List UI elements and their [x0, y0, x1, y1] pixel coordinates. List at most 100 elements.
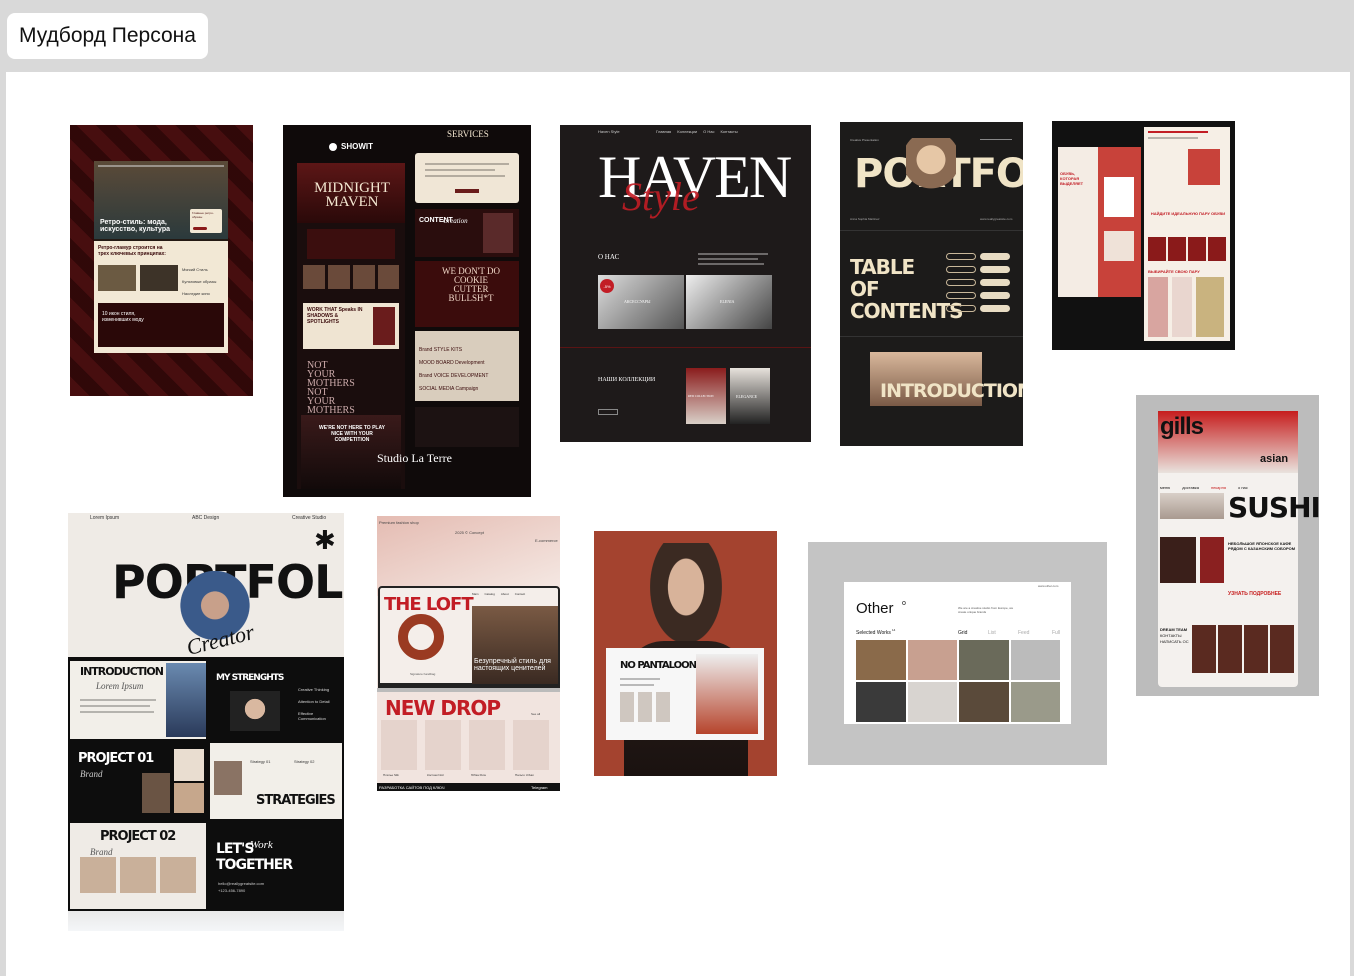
- other-view-list[interactable]: List: [988, 630, 996, 636]
- loft-nav-1[interactable]: Catalog: [485, 592, 495, 596]
- portfolio-dark-label: Creative Presentation: [850, 138, 879, 142]
- haven-badge: -5%: [600, 279, 614, 293]
- portfolio-light-header-left: Lorem Ipsum: [90, 515, 120, 521]
- loft-bag: [398, 614, 444, 660]
- other-view-feed[interactable]: Feed: [1018, 630, 1029, 636]
- haven-tile-1[interactable]: ELENIA: [686, 275, 772, 329]
- portfolio-dark-intro: INTRODUCTION: [880, 380, 1023, 402]
- loft-telegram[interactable]: Telegram: [531, 785, 547, 790]
- retro-page: Ретро-стиль: мода, искусство, культура Г…: [94, 161, 228, 353]
- haven-nav-1[interactable]: Коллекции: [677, 129, 697, 134]
- board-title: Мудборд Персона: [19, 24, 196, 47]
- showit-menu-3[interactable]: SOCIAL MEDIA Campaign: [419, 386, 478, 392]
- portfolio-light-header-right: Creative Studio: [292, 515, 327, 521]
- gills-nav-0[interactable]: меню: [1160, 485, 1170, 490]
- gills-sushi-card[interactable]: gills asian меню доставка пекарня о нас …: [1136, 395, 1319, 696]
- gills-cta[interactable]: УЗНАТЬ ПОДРОБНЕЕ: [1228, 591, 1281, 597]
- portfolio-light-script2: Work: [250, 839, 273, 851]
- showit-work-section: WORK THAT Speaks IN SHADOWS & SPOTLIGHTS: [303, 303, 399, 349]
- loft-drop-item-2[interactable]: Юбка Flow: [471, 773, 486, 777]
- loft-commerce: E-commerce: [535, 538, 558, 543]
- showit-menu-0[interactable]: Brand STYLE KITS: [419, 347, 462, 353]
- portfolio-light-header-mid: ABC Design: [192, 515, 220, 521]
- retro-item-1[interactable]: Культовые образы: [182, 279, 216, 284]
- haven-brand: Haven Style: [598, 129, 620, 134]
- loft-shop: Premium fashion shop: [379, 520, 419, 525]
- haven-tile-2[interactable]: RED COLLECTION: [686, 368, 726, 424]
- loft-nav-3[interactable]: Contact: [515, 592, 525, 596]
- portfolio-light-project1: PROJECT 01: [78, 751, 154, 766]
- portfolio-light-strength-2: Effective Communication: [298, 711, 326, 721]
- loft-drop-item-0[interactable]: Платье Silk: [383, 773, 399, 777]
- other-desc: We are a creative studio from Europe, we…: [958, 606, 1014, 614]
- pantaloons-portrait: [644, 543, 728, 653]
- haven-nav-3[interactable]: Контакты: [720, 129, 737, 134]
- portfolio-light-phone: +123-456-7890: [218, 888, 246, 893]
- shoe-headline: ОБУВЬ, КОТОРАЯ ВЫДЕЛЯЕТ: [1060, 171, 1084, 186]
- gills-nav-2[interactable]: пекарня: [1211, 485, 1226, 490]
- haven-nav-2[interactable]: О Нас: [703, 129, 714, 134]
- portfolio-light-strategy-1: Strategy 02: [294, 759, 315, 764]
- portfolio-light-project2: PROJECT 02: [100, 829, 176, 844]
- showit-play-text: WE'RE NOT HERE TO PLAY NICE WITH YOUR CO…: [319, 425, 385, 443]
- haven-tile-3[interactable]: ELEGANCE: [730, 368, 770, 424]
- gills-nav-1[interactable]: доставка: [1182, 485, 1199, 490]
- haven-tile-3-label: ELEGANCE: [736, 394, 758, 399]
- portfolio-light-project1-panel: PROJECT 01 Brand: [70, 743, 206, 819]
- loft-laptop-screen: THE LOFT Main Catalog About Contact Sign…: [378, 586, 560, 688]
- other-title: Other: [856, 600, 894, 617]
- other-view-full[interactable]: Full: [1052, 630, 1060, 636]
- loft-drop-item-3[interactable]: Пальто Urban: [515, 773, 534, 777]
- loft-drop: NEW DROP: [385, 696, 501, 720]
- showit-menu-2[interactable]: Brand VOICE DEVELOPMENT: [419, 373, 488, 379]
- portfolio-light-together-panel: LET'S TOGETHER Work hello@reallygreatsit…: [210, 823, 342, 909]
- retro-item-2[interactable]: Наследие кино: [182, 291, 210, 296]
- portfolio-light-intro: INTRODUCTION: [80, 665, 164, 678]
- other-count: 14: [892, 628, 896, 632]
- showit-work-text: WORK THAT Speaks IN SHADOWS & SPOTLIGHTS: [307, 307, 363, 325]
- showit-mock-left: MIDNIGHT MAVEN WORK THAT Speaks IN SHADO…: [297, 163, 405, 489]
- gills-link-1[interactable]: КОНТАКТЫ: [1160, 633, 1182, 638]
- portfolio-light-strategies: STRATEGIES: [256, 793, 336, 808]
- other-studio-card[interactable]: Other o We are a creative studio from Eu…: [808, 542, 1107, 765]
- portfolio-creator-card[interactable]: Lorem Ipsum ABC Design Creative Studio ✱…: [68, 513, 344, 931]
- retro-item-0[interactable]: Мягкий Стиль: [182, 267, 208, 272]
- showit-brand: SHOWIT: [341, 142, 373, 151]
- board-title-tab[interactable]: Мудборд Персона: [7, 13, 208, 59]
- portfolio-light-email: hello@reallygreatsite.com: [218, 881, 265, 886]
- haven-style-card[interactable]: Haven Style Главная Коллекции О Нас Конт…: [560, 125, 811, 442]
- retro-body: Ретро-гламур строится на трех ключевых п…: [94, 241, 228, 353]
- gills-nav-3[interactable]: о нас: [1238, 485, 1248, 490]
- portfolio-dark-toc: TABLE OF CONTENTS: [850, 255, 964, 323]
- moodboard-canvas[interactable]: Ретро-стиль: мода, искусство, культура Г…: [6, 72, 1350, 976]
- gills-link-0[interactable]: DREAM TEAM: [1160, 627, 1187, 632]
- loft-nav-2[interactable]: About: [501, 592, 509, 596]
- retro-style-card[interactable]: Ретро-стиль: мода, искусство, культура Г…: [70, 125, 253, 396]
- showit-top-word: SERVICES: [447, 129, 489, 139]
- midnight-maven-card[interactable]: SHOWIT MIDNIGHT MAVEN WORK THAT Speaks I…: [283, 125, 531, 497]
- other-view-grid[interactable]: Grid: [958, 630, 967, 636]
- shoe-mid: НАЙДИТЕ ИДЕАЛЬНУЮ ПАРУ ОБУВИ: [1150, 211, 1226, 216]
- loft-drop-item-1[interactable]: Костюм Noir: [427, 773, 444, 777]
- loft-nav-0[interactable]: Main: [472, 592, 479, 596]
- haven-tile-0[interactable]: -5% АКСЕССУАРЫ: [598, 275, 684, 329]
- loft-slogan: Безупречный стиль для настоящих ценителе…: [474, 658, 551, 672]
- gills-face: [1160, 493, 1224, 519]
- haven-script: Style: [622, 174, 700, 219]
- haven-about: О НАС: [598, 253, 620, 261]
- shoe-store-card[interactable]: ОБУВЬ, КОТОРАЯ ВЫДЕЛЯЕТ НАЙДИТЕ ИДЕАЛЬНУ…: [1052, 121, 1235, 350]
- portfolio-light-strengths: MY STRENGHTS: [216, 673, 284, 683]
- other-grid: [856, 640, 1060, 722]
- portfolio-presentation-card[interactable]: Creative Presentation PORTFOLIO Anna Sop…: [840, 122, 1023, 446]
- portfolio-light-strength-1: Attention to Detail: [298, 699, 330, 704]
- haven-tile-0-label: АКСЕССУАРЫ: [624, 299, 651, 304]
- pantaloons-title: NO PANTALOONS: [620, 660, 703, 671]
- showit-menu-1[interactable]: MOOD BOARD Development: [419, 360, 485, 366]
- haven-nav-0[interactable]: Главная: [656, 129, 671, 134]
- gills-link-2[interactable]: НАПИСАТЬ ОС: [1160, 639, 1189, 644]
- pantaloons-card[interactable]: NO PANTALOONS: [594, 531, 777, 776]
- loft-bag-caption: Signature handbag: [410, 672, 436, 676]
- the-loft-card[interactable]: Premium fashion shop 2025 © Concept E-co…: [377, 516, 560, 791]
- loft-footer: РАЗРАБОТКА САЙТОВ ПОД КЛЮЧ: [379, 785, 445, 790]
- portfolio-light-strategy-0: Strategy 01: [250, 759, 271, 764]
